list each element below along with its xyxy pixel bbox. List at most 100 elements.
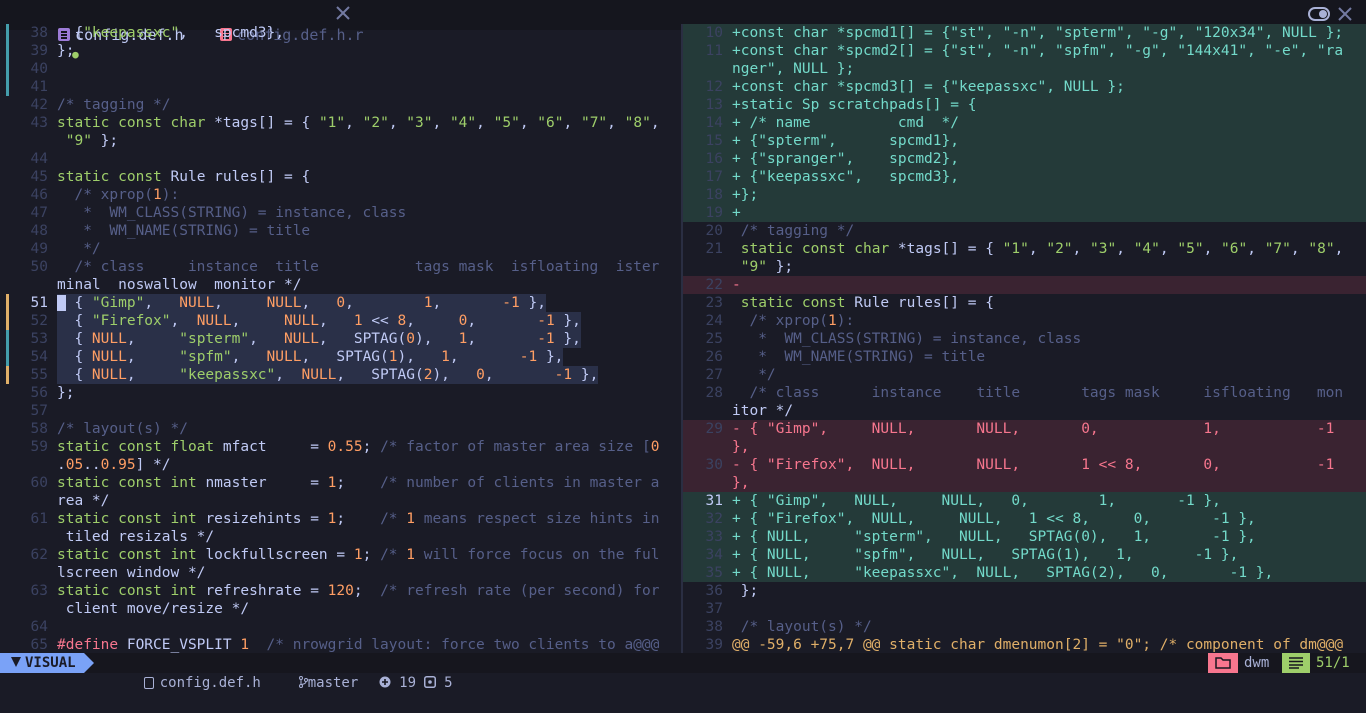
- code-line[interactable]: 14 + /* name cmd */: [683, 114, 1366, 132]
- code-line[interactable]: 52 { "Firefox", NULL, NULL, 1 << 8, 0, -…: [0, 312, 681, 330]
- code-line[interactable]: "9" };: [0, 132, 681, 150]
- code-line[interactable]: 63 static const int refreshrate = 120; /*…: [0, 582, 681, 600]
- code-line[interactable]: rea */: [0, 492, 681, 510]
- code-line[interactable]: client move/resize */: [0, 600, 681, 618]
- code-text: - { "Firefox", NULL, NULL, 1 << 8, 0, -1: [732, 457, 1335, 473]
- code-line[interactable]: 16 + {"spranger", spcmd2},: [683, 150, 1366, 168]
- code-line[interactable]: 35 + { NULL, "keepassxc", NULL, SPTAG(2),…: [683, 564, 1366, 582]
- code-line[interactable]: 38 /* layout(s) */: [683, 618, 1366, 636]
- code-line[interactable]: 26 * WM_NAME(STRING) = title: [683, 348, 1366, 366]
- code-line[interactable]: 56};: [0, 384, 681, 402]
- code-line[interactable]: 38 {"keepassxc", spcmd3},: [0, 24, 681, 42]
- code-line[interactable]: 60 static const int nmaster = 1; /* numbe…: [0, 474, 681, 492]
- code-line[interactable]: 39 @@ -59,6 +75,7 @@ static char dmenumon…: [683, 636, 1366, 653]
- code-line[interactable]: 44: [0, 150, 681, 168]
- code-line[interactable]: 19 +: [683, 204, 1366, 222]
- code-line[interactable]: 48 * WM_NAME(STRING) = title: [0, 222, 681, 240]
- line-number: 12: [705, 79, 723, 95]
- code-line[interactable]: 64: [0, 618, 681, 636]
- line-number: 41: [30, 79, 48, 95]
- code-line[interactable]: 27 */: [683, 366, 1366, 384]
- code-line[interactable]: 47 * WM_CLASS(STRING) = instance, class: [0, 204, 681, 222]
- code-line[interactable]: 30 - { "Firefox", NULL, NULL, 1 << 8, 0, …: [683, 456, 1366, 474]
- mode-label: VISUAL: [25, 655, 76, 671]
- code-text: /* class instance title tags mask isfloa…: [749, 385, 1344, 401]
- code-line[interactable]: tiled resizals */: [0, 528, 681, 546]
- code-line[interactable]: },: [683, 474, 1366, 492]
- code-line[interactable]: 53 { NULL, "spterm", NULL, SPTAG(0), 1, …: [0, 330, 681, 348]
- code-text: /* layout(s) */: [740, 619, 872, 635]
- code-line[interactable]: 55 { NULL, "keepassxc", NULL, SPTAG(2), …: [0, 366, 681, 384]
- code-line[interactable]: 18 +};: [683, 186, 1366, 204]
- code-line[interactable]: 24 /* xprop(1):: [683, 312, 1366, 330]
- line-number: 18: [705, 187, 723, 203]
- code-line[interactable]: 12 +const char *spcmd3[] = {"keepassxc", …: [683, 78, 1366, 96]
- code-line[interactable]: 46 /* xprop(1):: [0, 186, 681, 204]
- code-line[interactable]: nger", NULL };: [683, 60, 1366, 78]
- line-number: [10, 132, 48, 150]
- code-text: +static Sp scratchpads[] = {: [732, 97, 977, 113]
- code-line[interactable]: 10 +const char *spcmd1[] = {"st", "-n", "…: [683, 24, 1366, 42]
- code-line[interactable]: 58 /* layout(s) */: [0, 420, 681, 438]
- line-number: 60: [30, 475, 48, 491]
- code-line[interactable]: 50 /* class instance title tags mask isf…: [0, 258, 681, 276]
- code-line[interactable]: 59 static const float mfact = 0.55; /* fa…: [0, 438, 681, 456]
- code-text: + {"keepassxc", spcmd3},: [732, 169, 959, 185]
- added-icon: [379, 676, 391, 688]
- code-line[interactable]: .05..0.95] */: [0, 456, 681, 474]
- code-text: static const Rule rules[] = {: [740, 295, 994, 311]
- code-line[interactable]: 65 #define FORCE_VSPLIT 1 /* nrowgrid lay…: [0, 636, 681, 653]
- code-line[interactable]: 57: [0, 402, 681, 420]
- code-line[interactable]: 31 + { "Gimp", NULL, NULL, 0, 1, -1 },: [683, 492, 1366, 510]
- code-line[interactable]: minal noswallow monitor */: [0, 276, 681, 294]
- code-line[interactable]: 42 /* tagging */: [0, 96, 681, 114]
- code-text: static const int nmaster = 1; /* number …: [57, 475, 660, 491]
- close-window-icon[interactable]: [1338, 7, 1352, 21]
- code-line[interactable]: 61 static const int resizehints = 1; /* 1…: [0, 510, 681, 528]
- toggle-icon[interactable]: [1308, 7, 1330, 21]
- code-text: nger", NULL };: [732, 61, 855, 77]
- editor-pane-right[interactable]: 10 +const char *spcmd1[] = {"st", "-n", "…: [683, 24, 1366, 653]
- code-line[interactable]: "9" };: [683, 258, 1366, 276]
- code-line[interactable]: 36 };: [683, 582, 1366, 600]
- code-line[interactable]: },: [683, 438, 1366, 456]
- code-line[interactable]: 34 + { NULL, "spfm", NULL, SPTAG(1), 1, -…: [683, 546, 1366, 564]
- line-number: 22: [705, 277, 723, 293]
- code-line[interactable]: 20 /* tagging */: [683, 222, 1366, 240]
- code-line[interactable]: 23 static const Rule rules[] = {: [683, 294, 1366, 312]
- code-line[interactable]: 15 + {"spterm", spcmd1},: [683, 132, 1366, 150]
- code-text: tiled resizals */: [57, 529, 215, 545]
- status-filename: config.def.h: [159, 675, 261, 691]
- code-line[interactable]: itor */: [683, 402, 1366, 420]
- code-text: +const char *spcmd3[] = {"keepassxc", NU…: [732, 79, 1125, 95]
- code-text: * WM_CLASS(STRING) = instance, class: [57, 205, 407, 221]
- line-number: [683, 60, 723, 78]
- code-line[interactable]: 39};: [0, 42, 681, 60]
- code-line[interactable]: 22-: [683, 276, 1366, 294]
- code-line[interactable]: 25 * WM_CLASS(STRING) = instance, class: [683, 330, 1366, 348]
- editor-pane-left[interactable]: 38 {"keepassxc", spcmd3}, 39}; 40 41 42/* ta…: [0, 24, 681, 653]
- code-line[interactable]: 29 - { "Gimp", NULL, NULL, 0, 1, -1: [683, 420, 1366, 438]
- code-line[interactable]: 62 static const int lockfullscreen = 1; /…: [0, 546, 681, 564]
- code-text: static const Rule rules[] = {: [57, 169, 311, 185]
- code-line[interactable]: 41: [0, 78, 681, 96]
- code-line[interactable]: 21 static const char *tags[] = { "1", "2…: [683, 240, 1366, 258]
- code-line[interactable]: 28 /* class instance title tags mask isf…: [683, 384, 1366, 402]
- code-line[interactable]: 54 { NULL, "spfm", NULL, SPTAG(1), 1, -1…: [0, 348, 681, 366]
- tab-config-def-h[interactable]: config.def.h ●: [22, 5, 184, 61]
- code-text: /* class instance title tags mask isfloa…: [74, 259, 660, 275]
- code-line[interactable]: 51 { "Gimp", NULL, NULL, 0, 1, -1 },: [0, 294, 681, 312]
- code-line[interactable]: 17 + {"keepassxc", spcmd3},: [683, 168, 1366, 186]
- code-line[interactable]: 45 static const Rule rules[] = {: [0, 168, 681, 186]
- code-line[interactable]: 43 static const char *tags[] = { "1", "2"…: [0, 114, 681, 132]
- code-line[interactable]: 33 + { NULL, "spterm", NULL, SPTAG(0), 1,…: [683, 528, 1366, 546]
- code-line[interactable]: 32 + { "Firefox", NULL, NULL, 1 << 8, 0, …: [683, 510, 1366, 528]
- code-line[interactable]: lscreen window */: [0, 564, 681, 582]
- code-line[interactable]: 49 */: [0, 240, 681, 258]
- close-tab-icon[interactable]: [336, 6, 350, 20]
- code-line[interactable]: 37: [683, 600, 1366, 618]
- code-line[interactable]: 40: [0, 60, 681, 78]
- code-line[interactable]: 11 +const char *spcmd2[] = {"st", "-n", "…: [683, 42, 1366, 60]
- line-number: 36: [705, 583, 723, 599]
- code-line[interactable]: 13 +static Sp scratchpads[] = {: [683, 96, 1366, 114]
